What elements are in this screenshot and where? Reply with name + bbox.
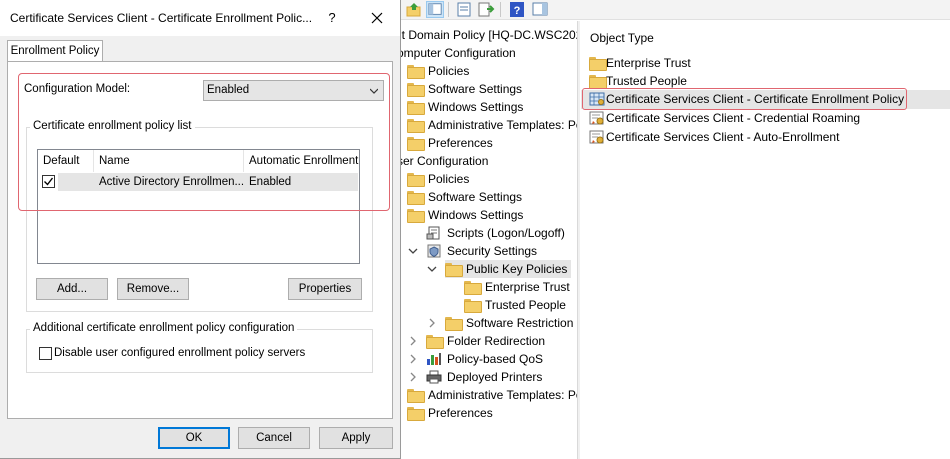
certificate-settings-icon [589,111,604,125]
folder-icon [407,137,425,151]
details-pane: Object Type Enterprise Trust Trusted Peop… [581,21,950,459]
tree-item-label: Trusted People [485,298,566,312]
disable-user-servers-label: Disable user configured enrollment polic… [54,347,306,359]
export-list-icon[interactable] [477,1,495,18]
folder-icon [407,209,425,223]
tree-item-label: lt Domain Policy [HQ-DC.WSC202 [400,28,577,42]
tab-enrollment-policy[interactable]: Enrollment Policy [7,40,103,62]
folder-icon [407,83,425,97]
folder-icon [445,317,463,331]
list-item-label: Enterprise Trust [606,56,691,70]
highlight-enrollment-policy-entry [582,88,907,110]
chevron-right-icon[interactable] [407,332,419,350]
tree-item-label: Security Settings [447,244,538,258]
chevron-down-icon[interactable] [407,242,419,260]
folder-icon [589,75,607,89]
folder-icon [589,57,607,71]
chevron-right-icon[interactable] [407,368,419,386]
list-item-credential-roaming[interactable]: Certificate Services Client - Credential… [581,109,950,128]
ok-button[interactable]: OK [158,427,230,449]
scripts-icon [426,226,440,240]
apply-button[interactable]: Apply [319,427,393,449]
folder-icon [464,299,482,313]
svg-text:?: ? [514,5,521,17]
list-item-label: Certificate Services Client - Credential… [606,111,861,125]
tree-item-label: Scripts (Logon/Logoff) [447,226,565,240]
folder-icon [464,281,482,295]
additional-config-group-title: Additional certificate enrollment policy… [30,322,298,334]
remove-button[interactable]: Remove... [117,278,189,300]
tree-item-label: Policies [428,64,470,78]
tree-item-public-key-policies[interactable]: Public Key Policies [427,260,571,278]
properties-button[interactable]: Properties [288,278,362,300]
dialog-title: Certificate Services Client - Certificat… [10,11,313,25]
help-button[interactable]: ? [318,5,346,31]
tree-item-label: Software Settings [428,190,523,204]
tree-item-label: Policies [428,172,470,186]
tree-item-label: Administrative Templates: Po [428,118,577,132]
disable-user-servers-checkbox[interactable] [39,347,52,360]
column-header-object-type[interactable]: Object Type [590,31,654,45]
folder-icon [407,173,425,187]
folder-icon [407,407,425,421]
printer-icon [426,370,442,384]
pane-splitter[interactable] [577,21,580,459]
dialog-titlebar: Certificate Services Client - Certificat… [0,0,400,36]
folder-icon [426,335,444,349]
show-action-pane-icon[interactable] [531,1,549,18]
folder-icon [445,263,463,277]
tree-item-label: Public Key Policies [466,262,568,276]
certificate-enrollment-policy-dialog: Certificate Services Client - Certificat… [0,0,401,459]
folder-icon [407,65,425,79]
tree-item-label: ser Configuration [400,154,489,168]
folder-icon [407,191,425,205]
tree-item-label: Software Settings [428,82,523,96]
tree-item-label: Windows Settings [428,208,524,222]
add-button[interactable]: Add... [36,278,108,300]
list-item-auto-enrollment[interactable]: Certificate Services Client - Auto-Enrol… [581,128,950,147]
chevron-down-icon[interactable] [426,260,438,278]
folder-icon [407,389,425,403]
show-hide-tree-icon[interactable] [426,1,444,18]
help-icon[interactable]: ? [508,1,526,18]
list-item-enterprise-trust[interactable]: Enterprise Trust [581,54,950,73]
chevron-right-icon[interactable] [407,350,419,368]
console-tree: lt Domain Policy [HQ-DC.WSC202 omputer Co… [400,21,577,459]
certificate-settings-icon [589,130,604,144]
list-item-label: Certificate Services Client - Auto-Enrol… [606,130,840,144]
tree-item-label: Enterprise Trust [485,280,570,294]
tree-item-label: Windows Settings [428,100,524,114]
tree-item-label: Administrative Templates: Po [428,388,577,402]
up-folder-icon[interactable] [405,1,423,18]
tree-item-label: Software Restriction P [466,316,577,330]
folder-icon [407,101,425,115]
mmc-toolbar: ? [400,0,950,20]
tree-item-label: Deployed Printers [447,370,543,384]
toolbar-separator [500,2,501,17]
folder-icon [407,119,425,133]
security-settings-icon [427,244,441,258]
cancel-button[interactable]: Cancel [238,427,310,449]
tree-item-label: Policy-based QoS [447,352,544,366]
policy-qos-icon [427,353,441,365]
close-icon[interactable] [362,5,392,31]
tree-item-label: Folder Redirection [447,334,546,348]
tree-item-label: Preferences [428,406,493,420]
chevron-right-icon[interactable] [426,314,438,332]
toolbar-separator [448,2,449,17]
tree-item-label: Preferences [428,136,493,150]
properties-icon[interactable] [455,1,473,18]
tree-item-label: omputer Configuration [400,46,516,60]
highlight-configuration-area [18,73,390,211]
